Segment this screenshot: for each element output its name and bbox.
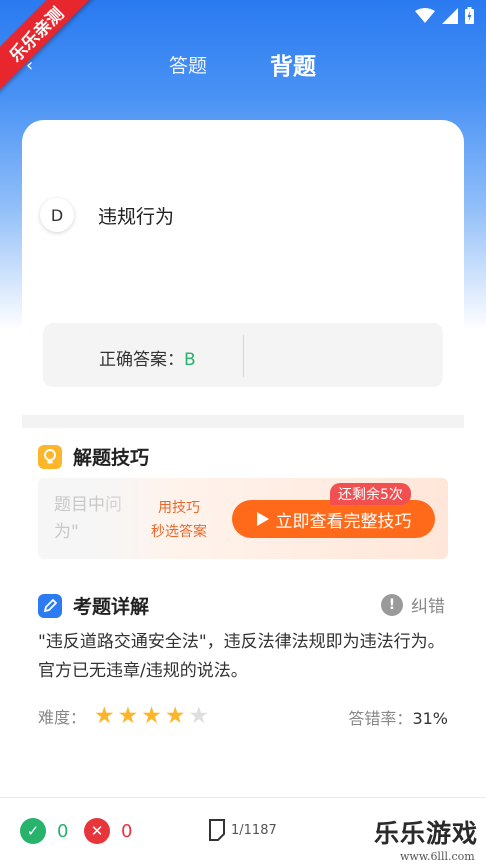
edit-icon — [38, 593, 62, 618]
correct-count: 0 — [57, 820, 69, 842]
play-icon — [256, 512, 269, 526]
cross-icon: ✕ — [84, 818, 110, 844]
error-rate: 答错率：31% — [348, 705, 448, 729]
explain-section-title: 考题详解 — [38, 592, 149, 619]
tips-panel: 题目中问 为" 用技巧 秒选答案 立即查看完整技巧 还剩余5次 — [38, 478, 448, 559]
back-arrow-icon[interactable]: ‹ — [26, 55, 33, 76]
check-icon: ✓ — [20, 818, 46, 844]
lightbulb-icon — [38, 444, 62, 469]
page-icon — [209, 819, 225, 841]
tips-promo-text: 用技巧 秒选答案 — [151, 496, 207, 544]
signal-icon — [442, 7, 458, 24]
mode-tabs: ‹ 答题 背题 — [0, 45, 486, 81]
watermark-text: 乐乐游戏 — [374, 819, 479, 848]
exclamation-icon: ! — [381, 593, 403, 616]
correct-answer-value: B — [184, 350, 196, 370]
tips-promo-line: 用技巧 — [158, 500, 200, 516]
difficulty-stars: ★ ★ ★ ★ ★ — [94, 704, 212, 728]
battery-icon — [465, 7, 474, 24]
view-tips-button[interactable]: 立即查看完整技巧 — [232, 500, 435, 538]
divider — [243, 335, 244, 377]
section-divider — [22, 415, 464, 428]
option-letter: D — [40, 198, 74, 232]
correct-stat[interactable]: ✓ 0 — [20, 818, 68, 844]
star-filled-icon: ★ — [94, 703, 115, 729]
tips-promo-line: 秒选答案 — [151, 524, 207, 540]
difficulty-rating: 难度： ★ ★ ★ ★ ★ — [38, 704, 212, 728]
report-error-label: 纠错 — [411, 597, 445, 617]
page-count: 1/1187 — [231, 822, 277, 838]
view-tips-label: 立即查看完整技巧 — [275, 511, 412, 532]
remaining-badge: 还剩余5次 — [330, 483, 411, 505]
star-filled-icon: ★ — [164, 703, 186, 729]
difficulty-label: 难度： — [38, 708, 87, 727]
tips-title: 解题技巧 — [73, 447, 150, 469]
question-card: D 违规行为 正确答案：B — [22, 120, 464, 420]
tab-recite[interactable]: 背题 — [270, 47, 316, 81]
star-filled-icon: ★ — [117, 703, 139, 729]
option-d[interactable]: D 违规行为 — [40, 198, 174, 232]
tips-section-title: 解题技巧 — [38, 443, 149, 470]
star-empty-icon: ★ — [188, 703, 210, 729]
error-rate-value: 31% — [412, 709, 448, 728]
explain-title: 考题详解 — [73, 596, 150, 618]
correct-answer-label: 正确答案： — [99, 350, 184, 370]
wrong-stat[interactable]: ✕ 0 — [84, 818, 132, 844]
tab-answer[interactable]: 答题 — [169, 51, 207, 78]
watermark-url: www.6lll.com — [400, 850, 475, 863]
wrong-count: 0 — [121, 820, 133, 842]
report-error-button[interactable]: ! 纠错 — [381, 592, 445, 617]
watermark: 乐乐游戏 www.6lll.com — [370, 808, 486, 864]
error-rate-label: 答错率： — [348, 709, 413, 728]
explanation-text: "违反道路交通安全法"，违反法律法规即为违法行为。官方已无违章/违规的说法。 — [38, 632, 445, 681]
star-filled-icon: ★ — [141, 703, 162, 729]
correct-answer-box: 正确答案：B — [43, 323, 443, 387]
wifi-icon — [415, 7, 435, 23]
option-text: 违规行为 — [98, 205, 175, 228]
correct-answer: 正确答案：B — [99, 345, 196, 370]
page-indicator[interactable]: 1/1187 — [208, 819, 277, 841]
